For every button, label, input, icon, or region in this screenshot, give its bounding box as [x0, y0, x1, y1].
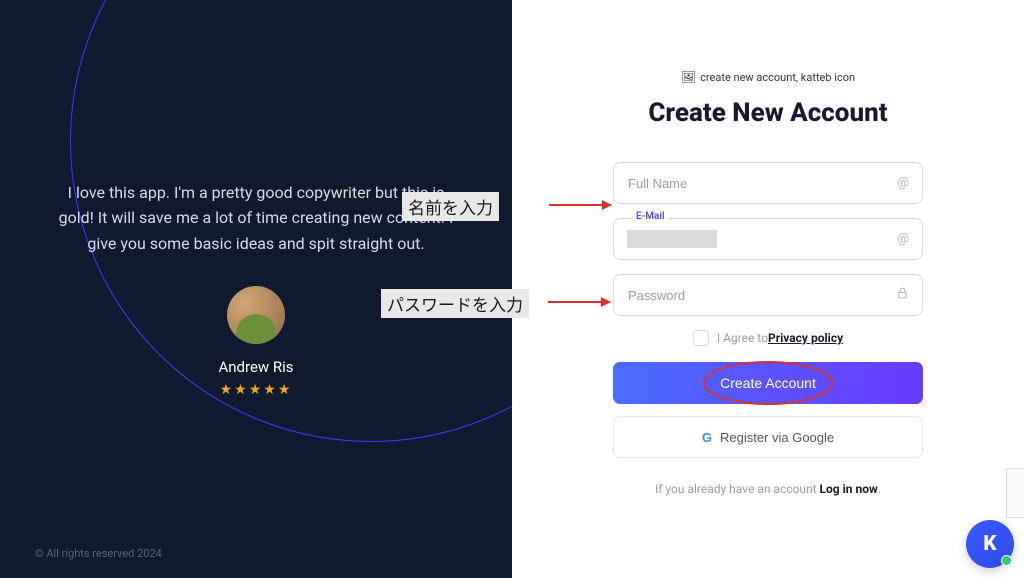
google-register-label: Register via Google [720, 430, 834, 445]
recaptcha-badge [1006, 468, 1024, 518]
annotation-arrow [549, 204, 611, 206]
signup-panel: create new account, katteb icon Create N… [512, 0, 1024, 578]
rating-stars: ★★★★★ [220, 382, 293, 398]
signup-form: @ E-Mail @ I Agree to Privacy policy [613, 162, 923, 496]
at-icon: @ [897, 232, 909, 247]
login-link[interactable]: Log in now [820, 482, 878, 496]
create-account-label: Create Account [720, 375, 816, 391]
avatar [227, 286, 285, 344]
create-account-button[interactable]: Create Account [613, 362, 923, 404]
password-wrapper [613, 274, 923, 316]
testimonial-text: I love this app. I'm a pretty good copyw… [56, 180, 456, 257]
copyright-text: © All rights reserved 2024 [35, 547, 162, 560]
agree-label: I Agree to [717, 331, 768, 345]
password-input[interactable] [613, 274, 923, 316]
fullname-input[interactable] [613, 162, 923, 204]
login-suffix: . [878, 482, 881, 496]
login-prompt-text: If you already have an account [655, 482, 819, 496]
page-title: Create New Account [648, 98, 887, 128]
at-icon: @ [897, 176, 909, 191]
agree-row: I Agree to Privacy policy [613, 330, 923, 346]
email-redaction-mask [627, 230, 717, 248]
chat-bubble-button[interactable]: K [966, 520, 1014, 568]
email-label: E-Mail [633, 211, 668, 222]
annotation-arrow [548, 301, 610, 303]
chat-letter: K [983, 532, 996, 556]
fullname-wrapper: @ [613, 162, 923, 204]
annotation-name-label: 名前を入力 [402, 192, 499, 221]
logo-image: create new account, katteb icon [681, 70, 855, 84]
annotation-password-label: パスワードを入力 [381, 289, 529, 318]
email-wrapper: E-Mail @ [613, 218, 923, 260]
author-name: Andrew Ris [218, 358, 293, 376]
lock-icon [896, 287, 909, 304]
google-register-button[interactable]: G Register via Google [613, 416, 923, 458]
login-prompt: If you already have an account Log in no… [613, 482, 923, 496]
privacy-link[interactable]: Privacy policy [768, 331, 843, 345]
agree-checkbox[interactable] [693, 330, 709, 346]
google-icon: G [702, 430, 712, 445]
